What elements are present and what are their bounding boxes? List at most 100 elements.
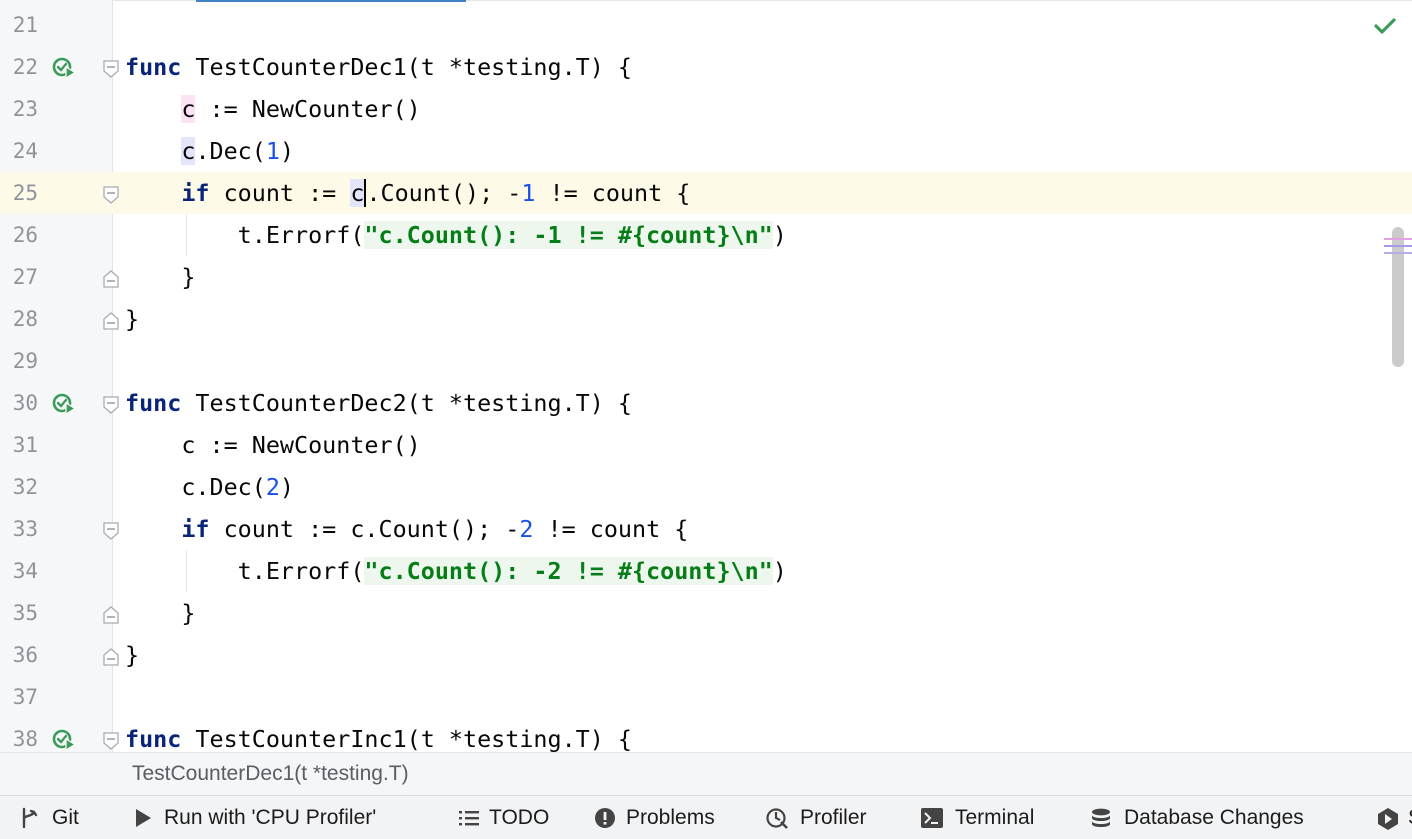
code-text[interactable]: } xyxy=(125,592,195,634)
code-line[interactable]: 34 t.Errorf("c.Count(): -2 != #{count}\n… xyxy=(0,550,1412,592)
code-text[interactable]: func TestCounterDec2(t *testing.T) { xyxy=(125,382,632,424)
code-line[interactable]: 21 xyxy=(0,4,1412,46)
code-line[interactable]: 23 c := NewCounter() xyxy=(0,88,1412,130)
run-test-icon[interactable] xyxy=(52,57,76,79)
code-text[interactable]: func TestCounterInc1(t *testing.T) { xyxy=(125,718,632,752)
code-token: != count { xyxy=(533,515,689,543)
code-line[interactable]: 33 if count := c.Count(); -2 != count { xyxy=(0,508,1412,550)
line-number[interactable]: 38 xyxy=(0,718,38,752)
number-token: 1 xyxy=(521,179,536,207)
code-line[interactable]: 29 xyxy=(0,340,1412,382)
code-token: } xyxy=(125,641,140,669)
code-token: .Count(); - xyxy=(366,179,522,207)
code-token: .Dec( xyxy=(195,137,266,165)
line-number[interactable]: 34 xyxy=(0,550,38,592)
fold-open-icon[interactable] xyxy=(102,59,120,79)
code-line[interactable]: 38 func TestCounterInc1(t *testing.T) { xyxy=(0,718,1412,752)
check-icon[interactable] xyxy=(1373,15,1397,37)
code-token: TestCounterDec1(t *testing.T) { xyxy=(181,53,632,81)
breadcrumb[interactable]: TestCounterDec1(t *testing.T) xyxy=(132,753,409,795)
error-stripe-marks[interactable] xyxy=(1384,236,1412,260)
code-token: ) xyxy=(279,473,295,501)
fold-open-icon[interactable] xyxy=(102,185,120,205)
line-number[interactable]: 21 xyxy=(0,4,38,46)
code-line[interactable]: 35 } xyxy=(0,592,1412,634)
code-token: ) xyxy=(279,137,295,165)
line-number[interactable]: 37 xyxy=(0,676,38,718)
gutter-cell: 23 xyxy=(0,88,112,130)
code-line[interactable]: 31 c := NewCounter() xyxy=(0,424,1412,466)
keyword-token: func xyxy=(125,53,182,81)
tool-problems[interactable]: Problems xyxy=(594,796,734,839)
code-token: } xyxy=(125,599,196,627)
code-token: t.Errorf( xyxy=(125,557,365,585)
code-line[interactable]: 37 xyxy=(0,676,1412,718)
tool-label-problems: Problems xyxy=(626,806,715,829)
tool-label-database-changes: Database Changes xyxy=(1124,806,1304,829)
code-text[interactable]: } xyxy=(125,298,139,340)
keyword-token: func xyxy=(125,725,182,752)
code-text[interactable]: } xyxy=(125,634,139,676)
code-line[interactable]: 24 c.Dec(1) xyxy=(0,130,1412,172)
code-text[interactable]: if count := c.Count(); -2 != count { xyxy=(125,508,688,550)
code-text[interactable]: c := NewCounter() xyxy=(125,424,420,466)
fold-close-icon[interactable] xyxy=(102,605,120,625)
code-editor[interactable]: 21 22 func TestCounterDec1(t *testing.T) {… xyxy=(0,0,1412,752)
code-text[interactable]: if count := c.Count(); -1 != count { xyxy=(125,172,690,214)
gutter-cell: 27 xyxy=(0,256,119,298)
tool-database-changes[interactable]: Database Changes xyxy=(1090,796,1330,839)
line-number[interactable]: 28 xyxy=(0,298,38,340)
code-text[interactable]: func TestCounterDec1(t *testing.T) { xyxy=(125,46,632,88)
tool-git[interactable]: Git xyxy=(20,796,100,839)
string-token: "c.Count(): -2 != #{count}\n" xyxy=(364,557,773,585)
tool-terminal[interactable]: Terminal xyxy=(920,796,1050,839)
gutter-cell: 34 xyxy=(0,550,112,592)
fold-open-icon[interactable] xyxy=(102,521,120,541)
line-number[interactable]: 22 xyxy=(0,46,38,88)
code-line[interactable]: 26 t.Errorf("c.Count(): -1 != #{count}\n… xyxy=(0,214,1412,256)
code-token: t.Errorf( xyxy=(125,221,365,249)
code-line[interactable]: 27 } xyxy=(0,256,1412,298)
line-number[interactable]: 29 xyxy=(0,340,38,382)
code-line[interactable]: 32 c.Dec(2) xyxy=(0,466,1412,508)
tool-profiler[interactable]: Profiler xyxy=(766,796,886,839)
code-line[interactable]: 36} xyxy=(0,634,1412,676)
line-number[interactable]: 32 xyxy=(0,466,38,508)
line-number[interactable]: 26 xyxy=(0,214,38,256)
fold-close-icon[interactable] xyxy=(102,311,120,331)
run-test-icon[interactable] xyxy=(52,393,76,415)
line-number[interactable]: 25 xyxy=(0,172,38,214)
gutter-cell: 38 xyxy=(0,718,119,752)
fold-close-icon[interactable] xyxy=(102,269,120,289)
line-number[interactable]: 23 xyxy=(0,88,38,130)
tool-todo[interactable]: TODO xyxy=(458,796,558,839)
code-line[interactable]: 30 func TestCounterDec2(t *testing.T) { xyxy=(0,382,1412,424)
line-number[interactable]: 27 xyxy=(0,256,38,298)
code-line[interactable]: 25 if count := c.Count(); -1 != count { xyxy=(0,172,1412,214)
line-number[interactable]: 31 xyxy=(0,424,38,466)
gutter-cell: 35 xyxy=(0,592,119,634)
code-text[interactable]: t.Errorf("c.Count(): -1 != #{count}\n") xyxy=(125,214,787,256)
code-text[interactable]: } xyxy=(125,256,195,298)
fold-open-icon[interactable] xyxy=(102,395,120,415)
line-number[interactable]: 30 xyxy=(0,382,38,424)
code-text[interactable]: c := NewCounter() xyxy=(125,88,421,130)
line-number[interactable]: 24 xyxy=(0,130,38,172)
highlighted-token: c xyxy=(350,179,365,207)
line-number[interactable]: 35 xyxy=(0,592,38,634)
run-test-icon[interactable] xyxy=(52,729,76,751)
code-line[interactable]: 28} xyxy=(0,298,1412,340)
tool-services[interactable]: S xyxy=(1376,796,1412,839)
code-line[interactable]: 22 func TestCounterDec1(t *testing.T) { xyxy=(0,46,1412,88)
tool-run[interactable]: Run with 'CPU Profiler' xyxy=(134,796,424,839)
code-text[interactable]: c.Dec(2) xyxy=(125,466,294,508)
fold-open-icon[interactable] xyxy=(102,731,120,751)
code-text[interactable]: t.Errorf("c.Count(): -2 != #{count}\n") xyxy=(125,550,787,592)
line-number[interactable]: 36 xyxy=(0,634,38,676)
fold-close-icon[interactable] xyxy=(102,647,120,667)
code-token: TestCounterInc1(t *testing.T) { xyxy=(181,725,632,752)
line-number[interactable]: 33 xyxy=(0,508,38,550)
code-text[interactable]: c.Dec(1) xyxy=(125,130,294,172)
